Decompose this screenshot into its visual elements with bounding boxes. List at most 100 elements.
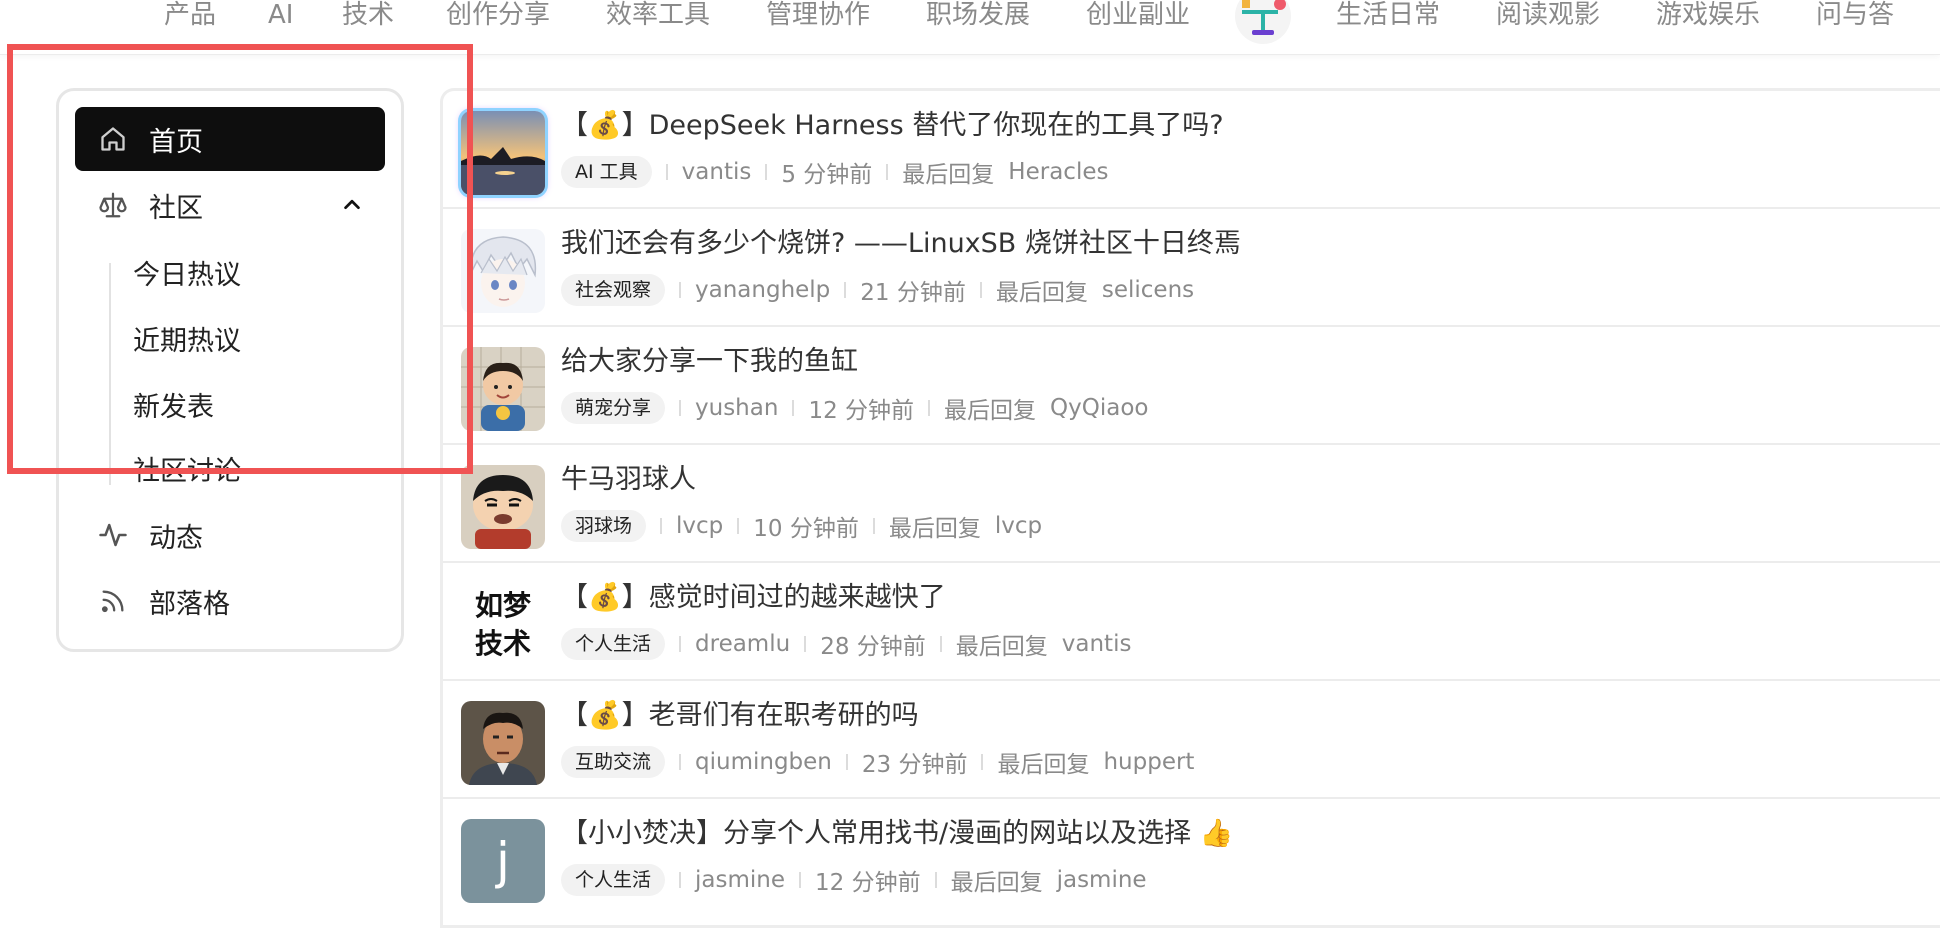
post-time: 23 分钟前 (861, 752, 968, 778)
last-reply-label: 最后回复 (950, 870, 1043, 896)
nav-item-qa[interactable]: 问与答 (1816, 0, 1894, 30)
topic-row[interactable]: 牛马羽球人 羽球场 lvcp 10 分钟前 最后回复 lvcp (443, 445, 1940, 563)
author-link[interactable]: dreamlu (695, 631, 790, 657)
last-reply-user[interactable]: huppert (1103, 749, 1194, 775)
topic-meta: 个人生活 dreamlu 28 分钟前 最后回复 vantis (561, 627, 1131, 661)
post-time: 28 分钟前 (820, 634, 926, 660)
divider (665, 164, 668, 180)
site-logo-icon[interactable] (1232, 0, 1294, 46)
topic-row[interactable]: 【💰】DeepSeek Harness 替代了你现在的工具了吗? AI 工具 v… (443, 91, 1940, 209)
submenu-item-community-discuss[interactable]: 社区讨论 (133, 449, 241, 488)
sidebar-item-community[interactable]: 社区 (75, 173, 385, 237)
nav-item-life[interactable]: 生活日常 (1336, 0, 1440, 30)
nav-item-startup[interactable]: 创业副业 (1086, 0, 1190, 30)
divider (799, 872, 802, 888)
post-time: 12 分钟前 (815, 870, 921, 896)
last-reply-user[interactable]: Heracles (1008, 159, 1108, 185)
category-tag[interactable]: 萌宠分享 (561, 392, 666, 424)
divider (845, 754, 848, 770)
nav-item-efficiency[interactable]: 效率工具 (606, 0, 710, 30)
author-link[interactable]: yananghelp (695, 277, 830, 303)
topic-row[interactable]: 我们还会有多少个烧饼? ——LinuxSB 烧饼社区十日终焉 社会观察 yana… (443, 209, 1940, 327)
divider (981, 754, 984, 770)
divider (792, 400, 795, 416)
category-tag[interactable]: 羽球场 (561, 510, 647, 542)
topic-row[interactable]: 给大家分享一下我的鱼缸 萌宠分享 yushan 12 分钟前 最后回复 QyQi… (443, 327, 1940, 445)
divider (679, 872, 682, 888)
avatar[interactable] (461, 229, 545, 313)
category-tag[interactable]: 个人生活 (561, 628, 666, 660)
topic-title[interactable]: 给大家分享一下我的鱼缸 (561, 339, 858, 378)
last-reply-label: 最后回复 (888, 516, 981, 542)
last-reply-user[interactable]: jasmine (1057, 867, 1147, 893)
divider (804, 636, 807, 652)
submenu-item-recent-hot[interactable]: 近期热议 (133, 319, 241, 358)
topic-title[interactable]: 我们还会有多少个烧饼? ——LinuxSB 烧饼社区十日终焉 (561, 221, 1241, 260)
submenu-item-today-hot[interactable]: 今日热议 (133, 253, 241, 292)
sidebar-item-label: 部落格 (149, 588, 230, 620)
topic-meta: 羽球场 lvcp 10 分钟前 最后回复 lvcp (561, 509, 1042, 543)
sidebar-item-activity[interactable]: 动态 (75, 503, 385, 567)
author-link[interactable]: vantis (682, 159, 752, 185)
nav-item-ai[interactable]: AI (268, 0, 293, 30)
chevron-up-icon[interactable] (341, 193, 363, 215)
avatar[interactable]: 如梦 技术 (461, 583, 545, 667)
submenu-divider (109, 263, 111, 485)
avatar[interactable] (461, 701, 545, 785)
submenu-item-new-posts[interactable]: 新发表 (133, 385, 214, 424)
topic-row[interactable]: 【💰】老哥们有在职考研的吗 互助交流 qiumingben 23 分钟前 最后回… (443, 681, 1940, 799)
category-tag[interactable]: 社会观察 (561, 274, 666, 306)
topic-title[interactable]: 【💰】DeepSeek Harness 替代了你现在的工具了吗? (561, 103, 1224, 142)
author-link[interactable]: qiumingben (695, 749, 832, 775)
avatar[interactable] (461, 111, 545, 195)
category-tag[interactable]: 互助交流 (561, 746, 666, 778)
last-reply-user[interactable]: QyQiaoo (1050, 395, 1148, 421)
divider (939, 636, 942, 652)
topic-meta: 互助交流 qiumingben 23 分钟前 最后回复 huppert (561, 745, 1194, 779)
divider (928, 400, 931, 416)
sidebar-item-home[interactable]: 首页 (75, 107, 385, 171)
nav-item-tech[interactable]: 技术 (342, 0, 394, 30)
last-reply-label: 最后回复 (997, 752, 1090, 778)
author-link[interactable]: yushan (695, 395, 778, 421)
topic-title[interactable]: 牛马羽球人 (561, 457, 696, 496)
divider (679, 282, 682, 298)
avatar-letter: j (496, 832, 510, 890)
topic-meta: 个人生活 jasmine 12 分钟前 最后回复 jasmine (561, 863, 1147, 897)
category-tag[interactable]: 个人生活 (561, 864, 666, 896)
category-tag[interactable]: AI 工具 (561, 156, 652, 188)
nav-item-games[interactable]: 游戏娱乐 (1656, 0, 1760, 30)
rss-icon (97, 585, 129, 617)
nav-item-creation[interactable]: 创作分享 (446, 0, 550, 30)
sidebar-item-blog[interactable]: 部落格 (75, 569, 385, 633)
sidebar-item-label: 动态 (149, 522, 203, 554)
scale-icon (97, 189, 129, 221)
topic-title[interactable]: 【💰】感觉时间过的越来越快了 (561, 575, 946, 614)
nav-item-product[interactable]: 产品 (164, 0, 216, 30)
last-reply-label: 最后回复 (995, 280, 1088, 306)
post-time: 5 分钟前 (781, 162, 873, 188)
topic-row[interactable]: 如梦 技术 【💰】感觉时间过的越来越快了 个人生活 dreamlu 28 分钟前… (443, 563, 1940, 681)
sidebar-item-label: 社区 (149, 192, 203, 224)
divider (934, 872, 937, 888)
last-reply-user[interactable]: lvcp (995, 513, 1042, 539)
post-time: 10 分钟前 (753, 516, 859, 542)
author-link[interactable]: lvcp (676, 513, 723, 539)
avatar-text: 如梦 (474, 589, 531, 622)
divider (679, 400, 682, 416)
divider (872, 518, 875, 534)
nav-item-reading[interactable]: 阅读观影 (1496, 0, 1600, 30)
topic-title[interactable]: 【小小焚决】分享个人常用找书/漫画的网站以及选择 👍 (561, 811, 1233, 850)
nav-item-career[interactable]: 职场发展 (926, 0, 1030, 30)
divider (660, 518, 663, 534)
topic-meta: 萌宠分享 yushan 12 分钟前 最后回复 QyQiaoo (561, 391, 1148, 425)
avatar[interactable] (461, 347, 545, 431)
topic-title[interactable]: 【💰】老哥们有在职考研的吗 (561, 693, 919, 732)
avatar[interactable]: j (461, 819, 545, 903)
author-link[interactable]: jasmine (695, 867, 785, 893)
last-reply-user[interactable]: vantis (1062, 631, 1132, 657)
last-reply-user[interactable]: selicens (1102, 277, 1194, 303)
avatar[interactable] (461, 465, 545, 549)
topic-row[interactable]: j 【小小焚决】分享个人常用找书/漫画的网站以及选择 👍 个人生活 jasmin… (443, 799, 1940, 917)
nav-item-management[interactable]: 管理协作 (766, 0, 870, 30)
